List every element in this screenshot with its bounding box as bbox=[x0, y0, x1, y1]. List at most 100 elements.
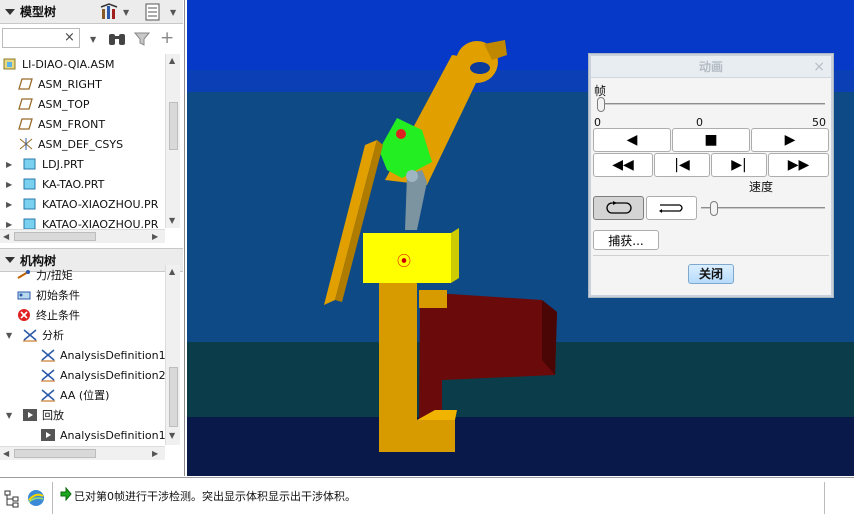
termination-icon bbox=[16, 308, 32, 322]
filter-row: × ▼ + bbox=[0, 27, 183, 51]
reverse-loop-button[interactable] bbox=[646, 196, 697, 220]
tree-view-icon[interactable] bbox=[4, 490, 22, 508]
scroll-right-icon[interactable]: ▶ bbox=[152, 449, 158, 458]
tree-item-label: 分析 bbox=[42, 329, 64, 342]
scroll-down-icon[interactable]: ▼ bbox=[169, 216, 175, 225]
analysis-icon bbox=[22, 328, 38, 342]
settings-tools-icon[interactable] bbox=[100, 3, 120, 21]
scroll-thumb[interactable] bbox=[169, 367, 178, 427]
tree-item[interactable]: AnalysisDefinition1 ( bbox=[0, 345, 165, 365]
scroll-thumb[interactable] bbox=[14, 232, 96, 241]
chevron-down-icon[interactable]: ▼ bbox=[90, 35, 96, 44]
collapse-icon[interactable] bbox=[5, 257, 15, 263]
tree-item-assembly[interactable]: LI-DIAO-QIA.ASM bbox=[0, 54, 165, 74]
datum-plane-icon bbox=[18, 97, 34, 111]
collapse-icon[interactable] bbox=[5, 8, 15, 15]
svg-text:⦿: ⦿ bbox=[397, 254, 411, 270]
scroll-up-icon[interactable]: ▲ bbox=[169, 56, 175, 65]
speed-slider-track[interactable] bbox=[701, 207, 825, 209]
binoculars-icon[interactable] bbox=[108, 31, 126, 47]
playback-icon bbox=[40, 428, 56, 442]
expand-icon[interactable]: ▶ bbox=[6, 160, 16, 169]
chevron-down-icon[interactable]: ▼ bbox=[170, 8, 176, 17]
step-back-button[interactable]: |◀ bbox=[654, 153, 710, 177]
chevron-down-icon[interactable]: ▼ bbox=[123, 8, 129, 17]
tree-item[interactable]: 终止条件 bbox=[0, 305, 165, 325]
left-panel: 模型树 ▼ ▼ × ▼ + LI-DIAO-QIA.ASM ASM_RIGHT … bbox=[0, 0, 185, 476]
tree-item-label: ASM_DEF_CSYS bbox=[38, 137, 124, 151]
reverse-icon bbox=[658, 204, 683, 213]
scroll-left-icon[interactable]: ◀ bbox=[3, 449, 9, 458]
tree-item[interactable]: ▼ 分析 bbox=[0, 325, 165, 345]
tree-item[interactable]: 初始条件 bbox=[0, 285, 165, 305]
play-backward-button[interactable]: ◀ bbox=[593, 128, 671, 152]
scroll-down-icon[interactable]: ▼ bbox=[169, 431, 175, 440]
scroll-right-icon[interactable]: ▶ bbox=[152, 232, 158, 241]
csys-icon bbox=[18, 137, 34, 151]
browser-icon[interactable] bbox=[26, 488, 46, 508]
tree-item[interactable]: ▶ KATAO-XIAOZHOU.PR bbox=[0, 214, 165, 231]
model-tree-header[interactable]: 模型树 ▼ ▼ bbox=[0, 0, 183, 24]
tree-item[interactable]: ▶ KATAO-XIAOZHOU.PR bbox=[0, 194, 165, 214]
divider bbox=[593, 255, 829, 256]
clear-icon[interactable]: × bbox=[64, 30, 75, 45]
tree-item[interactable]: 力/扭矩 bbox=[0, 265, 165, 285]
scroll-up-icon[interactable]: ▲ bbox=[169, 267, 175, 276]
frame-slider-thumb[interactable] bbox=[597, 97, 605, 112]
expand-icon[interactable]: ▼ bbox=[6, 331, 16, 340]
mechanism-tree-vscroll[interactable]: ▲ ▼ bbox=[165, 265, 180, 445]
close-button[interactable]: 关闭 bbox=[688, 264, 734, 284]
loop-icon bbox=[605, 201, 632, 214]
tree-item[interactable]: ASM_DEF_CSYS bbox=[0, 134, 165, 154]
expand-icon[interactable]: ▼ bbox=[6, 411, 16, 420]
tree-item-label: KA-TAO.PRT bbox=[42, 177, 105, 191]
capture-button[interactable]: 捕获... bbox=[593, 230, 659, 250]
rewind-button[interactable]: ◀◀ bbox=[593, 153, 653, 177]
model-tree-hscroll[interactable]: ◀ ▶ bbox=[0, 229, 165, 243]
divider bbox=[824, 482, 825, 514]
speed-slider-thumb[interactable] bbox=[710, 201, 718, 216]
tree-item[interactable]: ASM_RIGHT bbox=[0, 74, 165, 94]
model-tree-list: LI-DIAO-QIA.ASM ASM_RIGHT ASM_TOP ASM_FR… bbox=[0, 54, 165, 230]
tree-item-label: AnalysisDefinition2 ( bbox=[60, 368, 165, 382]
stop-button[interactable]: ■ bbox=[672, 128, 750, 152]
model-tree-vscroll[interactable]: ▲ ▼ bbox=[165, 54, 180, 228]
tree-item[interactable]: AnalysisDefinition2 ( bbox=[0, 365, 165, 385]
divider bbox=[52, 482, 53, 514]
graphics-viewport[interactable]: ⦿ 动画 × 帧 0 0 50 ◀ ■ ▶ ◀◀ |◀ ▶| ▶▶ 速度 捕获.… bbox=[187, 0, 854, 476]
tree-item[interactable]: ▶ LDJ.PRT bbox=[0, 154, 165, 174]
scroll-left-icon[interactable]: ◀ bbox=[3, 232, 9, 241]
expand-icon[interactable]: ▶ bbox=[6, 180, 16, 189]
tree-item-label: 终止条件 bbox=[36, 309, 80, 322]
step-forward-button[interactable]: ▶| bbox=[711, 153, 767, 177]
datum-plane-icon bbox=[18, 117, 34, 131]
tree-item-label: LI-DIAO-QIA.ASM bbox=[22, 57, 115, 71]
loop-button[interactable] bbox=[593, 196, 644, 220]
tree-item[interactable]: ASM_FRONT bbox=[0, 114, 165, 134]
tree-item[interactable]: ▼ 回放 bbox=[0, 405, 165, 425]
expand-icon[interactable]: ▶ bbox=[6, 200, 16, 209]
expand-icon[interactable]: ▶ bbox=[6, 220, 16, 229]
tree-item-label: 回放 bbox=[42, 409, 64, 422]
close-icon[interactable]: × bbox=[813, 56, 825, 78]
stop-icon: ■ bbox=[704, 132, 718, 148]
add-icon[interactable]: + bbox=[160, 28, 174, 48]
tree-item-label: ASM_FRONT bbox=[38, 117, 106, 131]
frame-slider-track[interactable] bbox=[597, 103, 825, 105]
mechanism-tree-hscroll[interactable]: ◀ ▶ bbox=[0, 446, 165, 460]
tree-item[interactable]: ASM_TOP bbox=[0, 94, 165, 114]
app-window: 模型树 ▼ ▼ × ▼ + LI-DIAO-QIA.ASM ASM_RIGHT … bbox=[0, 0, 854, 519]
scroll-thumb[interactable] bbox=[14, 449, 96, 458]
tree-item[interactable]: AnalysisDefinition1 bbox=[0, 425, 165, 445]
scroll-thumb[interactable] bbox=[169, 102, 178, 150]
tree-item-label: AnalysisDefinition1 ( bbox=[60, 348, 165, 362]
fast-forward-button[interactable]: ▶▶ bbox=[768, 153, 829, 177]
play-forward-button[interactable]: ▶ bbox=[751, 128, 829, 152]
tree-item-label: ASM_RIGHT bbox=[38, 77, 102, 91]
show-list-icon[interactable] bbox=[143, 3, 163, 21]
tree-item-label: LDJ.PRT bbox=[42, 157, 84, 171]
tree-item[interactable]: AA (位置) bbox=[0, 385, 165, 405]
filter-icon[interactable] bbox=[134, 31, 150, 47]
step-back-icon: |◀ bbox=[674, 157, 690, 173]
tree-item[interactable]: ▶ KA-TAO.PRT bbox=[0, 174, 165, 194]
